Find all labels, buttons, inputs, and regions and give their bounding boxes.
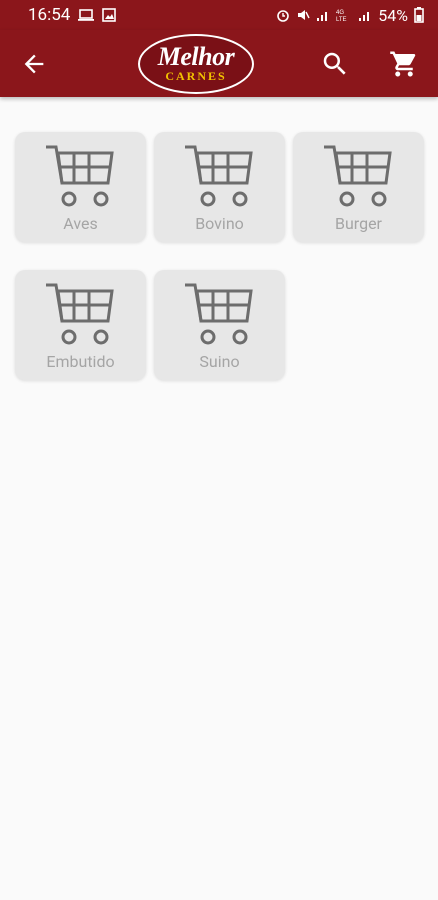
category-tile-aves[interactable]: Aves <box>15 132 146 242</box>
category-tile-embutido[interactable]: Embutido <box>15 270 146 380</box>
category-tile-suino[interactable]: Suino <box>154 270 285 380</box>
shopping-cart-icon <box>46 145 114 207</box>
laptop-icon <box>78 9 95 21</box>
shopping-cart-icon <box>185 283 253 345</box>
shopping-cart-icon <box>324 145 392 207</box>
alarm-icon <box>277 10 290 22</box>
app-bar: Melhor CARNES <box>0 30 438 97</box>
category-label: Suino <box>199 352 240 371</box>
search-icon[interactable] <box>320 49 350 79</box>
svg-text:LTE: LTE <box>336 17 347 22</box>
lte-icon: 4G LTE <box>336 10 347 22</box>
category-label: Embutido <box>46 352 115 371</box>
battery-percent: 54% <box>378 5 408 25</box>
logo-text-bottom: CARNES <box>165 69 227 83</box>
category-label: Bovino <box>195 214 244 233</box>
category-label: Aves <box>63 214 98 233</box>
battery-icon <box>414 7 424 23</box>
signal-icon <box>359 12 370 21</box>
cart-icon[interactable] <box>389 49 419 79</box>
status-bar: 16:54 4G LTE 54% <box>0 0 438 30</box>
category-label: Burger <box>335 214 382 233</box>
svg-text:4G: 4G <box>336 10 344 16</box>
mute-icon <box>298 10 310 20</box>
category-tile-burger[interactable]: Burger <box>293 132 424 242</box>
category-tile-bovino[interactable]: Bovino <box>154 132 285 242</box>
signal-icon <box>317 12 328 21</box>
brand-logo: Melhor CARNES <box>138 34 254 94</box>
shopping-cart-icon <box>185 145 253 207</box>
status-time: 16:54 <box>28 5 71 25</box>
back-arrow-icon[interactable] <box>20 50 48 78</box>
logo-text-top: Melhor <box>157 42 235 71</box>
image-icon <box>102 8 117 22</box>
shopping-cart-icon <box>46 283 114 345</box>
